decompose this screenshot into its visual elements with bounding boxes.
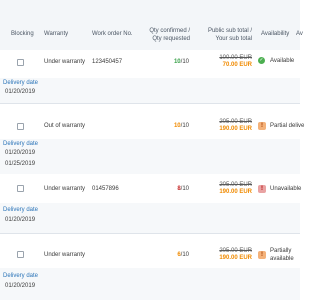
work-order-number: 123450457 (92, 59, 123, 65)
blocking-checkbox[interactable] (17, 251, 24, 258)
your-subtotal: 190.00 EUR (219, 255, 252, 261)
delivery-date: 01/20/2019 (5, 89, 36, 95)
col-header-qty-line1: Qty confirmed / (149, 28, 190, 34)
availability-status: Partially available (270, 247, 294, 263)
delivery-section: Delivery date 01/20/2019 (0, 78, 300, 104)
qty-requested: /10 (180, 123, 189, 129)
your-subtotal: 70.00 EUR (222, 62, 252, 68)
col-header-blocking: Blocking (11, 31, 34, 37)
work-order-number: 01457896 (92, 186, 119, 192)
delivery-section: Delivery date 01/20/2019 (0, 268, 300, 300)
qty-requested: /10 (180, 59, 189, 65)
public-subtotal: 205.00 EUR (219, 119, 252, 125)
price-cell: 205.00 EUR 190.00 EUR (212, 248, 252, 262)
availability-status: Unavailable (270, 186, 302, 192)
warranty-status: Under warranty (44, 59, 86, 65)
qty-requested: /10 (180, 252, 189, 258)
price-cell: 100.00 EUR 70.00 EUR (212, 55, 252, 69)
qty-cell: 8/10 (165, 186, 189, 192)
qty-cell: 10/10 (165, 59, 189, 65)
delivery-date-label: Delivery date (3, 273, 39, 279)
error-triangle-icon: ! (258, 185, 266, 193)
col-header-qty-line2: Qty requested (152, 36, 190, 42)
availability-status-line1: Partially (270, 248, 292, 254)
blocking-checkbox[interactable] (17, 185, 24, 192)
delivery-date: 01/20/2019 (5, 217, 36, 223)
delivery-section: Delivery date 01/20/2019 01/25/2019 (0, 139, 300, 175)
col-header-qty: Qty confirmed / Qty requested (138, 27, 190, 43)
availability-status: Available (270, 58, 295, 64)
qty-confirmed: 10 (173, 123, 181, 129)
delivery-date-label: Delivery date (3, 207, 39, 213)
qty-cell: 10/10 (165, 123, 189, 129)
your-subtotal: 190.00 EUR (219, 189, 252, 195)
availability-status-line2: available (270, 256, 294, 262)
col-header-subtotal-line1: Public sub total / (207, 28, 252, 34)
your-subtotal: 190.00 EUR (219, 126, 252, 132)
delivery-date-label: Delivery date (3, 141, 39, 147)
col-header-availability: Availability (261, 31, 290, 37)
warning-triangle-icon: ! (258, 251, 266, 259)
delivery-section: Delivery date 01/20/2019 (0, 203, 300, 234)
public-subtotal: 205.00 EUR (219, 248, 252, 254)
price-cell: 205.00 EUR 190.00 EUR (212, 182, 252, 196)
availability-status: Partial delive (270, 123, 305, 129)
col-header-warranty: Warranty (44, 31, 69, 37)
check-circle-icon: ✓ (258, 57, 265, 64)
qty-requested: /10 (180, 186, 189, 192)
col-header-subtotal: Public sub total / Your sub total (200, 27, 252, 43)
warranty-status: Under warranty (44, 186, 86, 192)
warranty-status: Under warranty (44, 252, 86, 258)
public-subtotal: 100.00 EUR (219, 55, 252, 61)
public-subtotal: 205.00 EUR (219, 182, 252, 188)
delivery-date: 01/20/2019 (5, 150, 36, 156)
col-header-subtotal-line2: Your sub total (215, 36, 252, 42)
col-header-extra: Av (296, 31, 303, 37)
delivery-date-label: Delivery date (3, 80, 39, 86)
delivery-date: 01/20/2019 (5, 283, 36, 289)
warranty-status: Out of warranty (44, 123, 86, 129)
table-header: Blocking Warranty Work order No. Qty con… (0, 0, 303, 51)
blocking-checkbox[interactable] (17, 59, 24, 66)
delivery-date: 01/25/2019 (5, 161, 36, 167)
warning-triangle-icon: ! (258, 122, 266, 130)
price-cell: 205.00 EUR 190.00 EUR (212, 119, 252, 133)
blocking-checkbox[interactable] (17, 123, 24, 130)
qty-confirmed: 10 (173, 59, 181, 65)
col-header-work-order: Work order No. (92, 31, 133, 37)
qty-cell: 6/10 (165, 252, 189, 258)
